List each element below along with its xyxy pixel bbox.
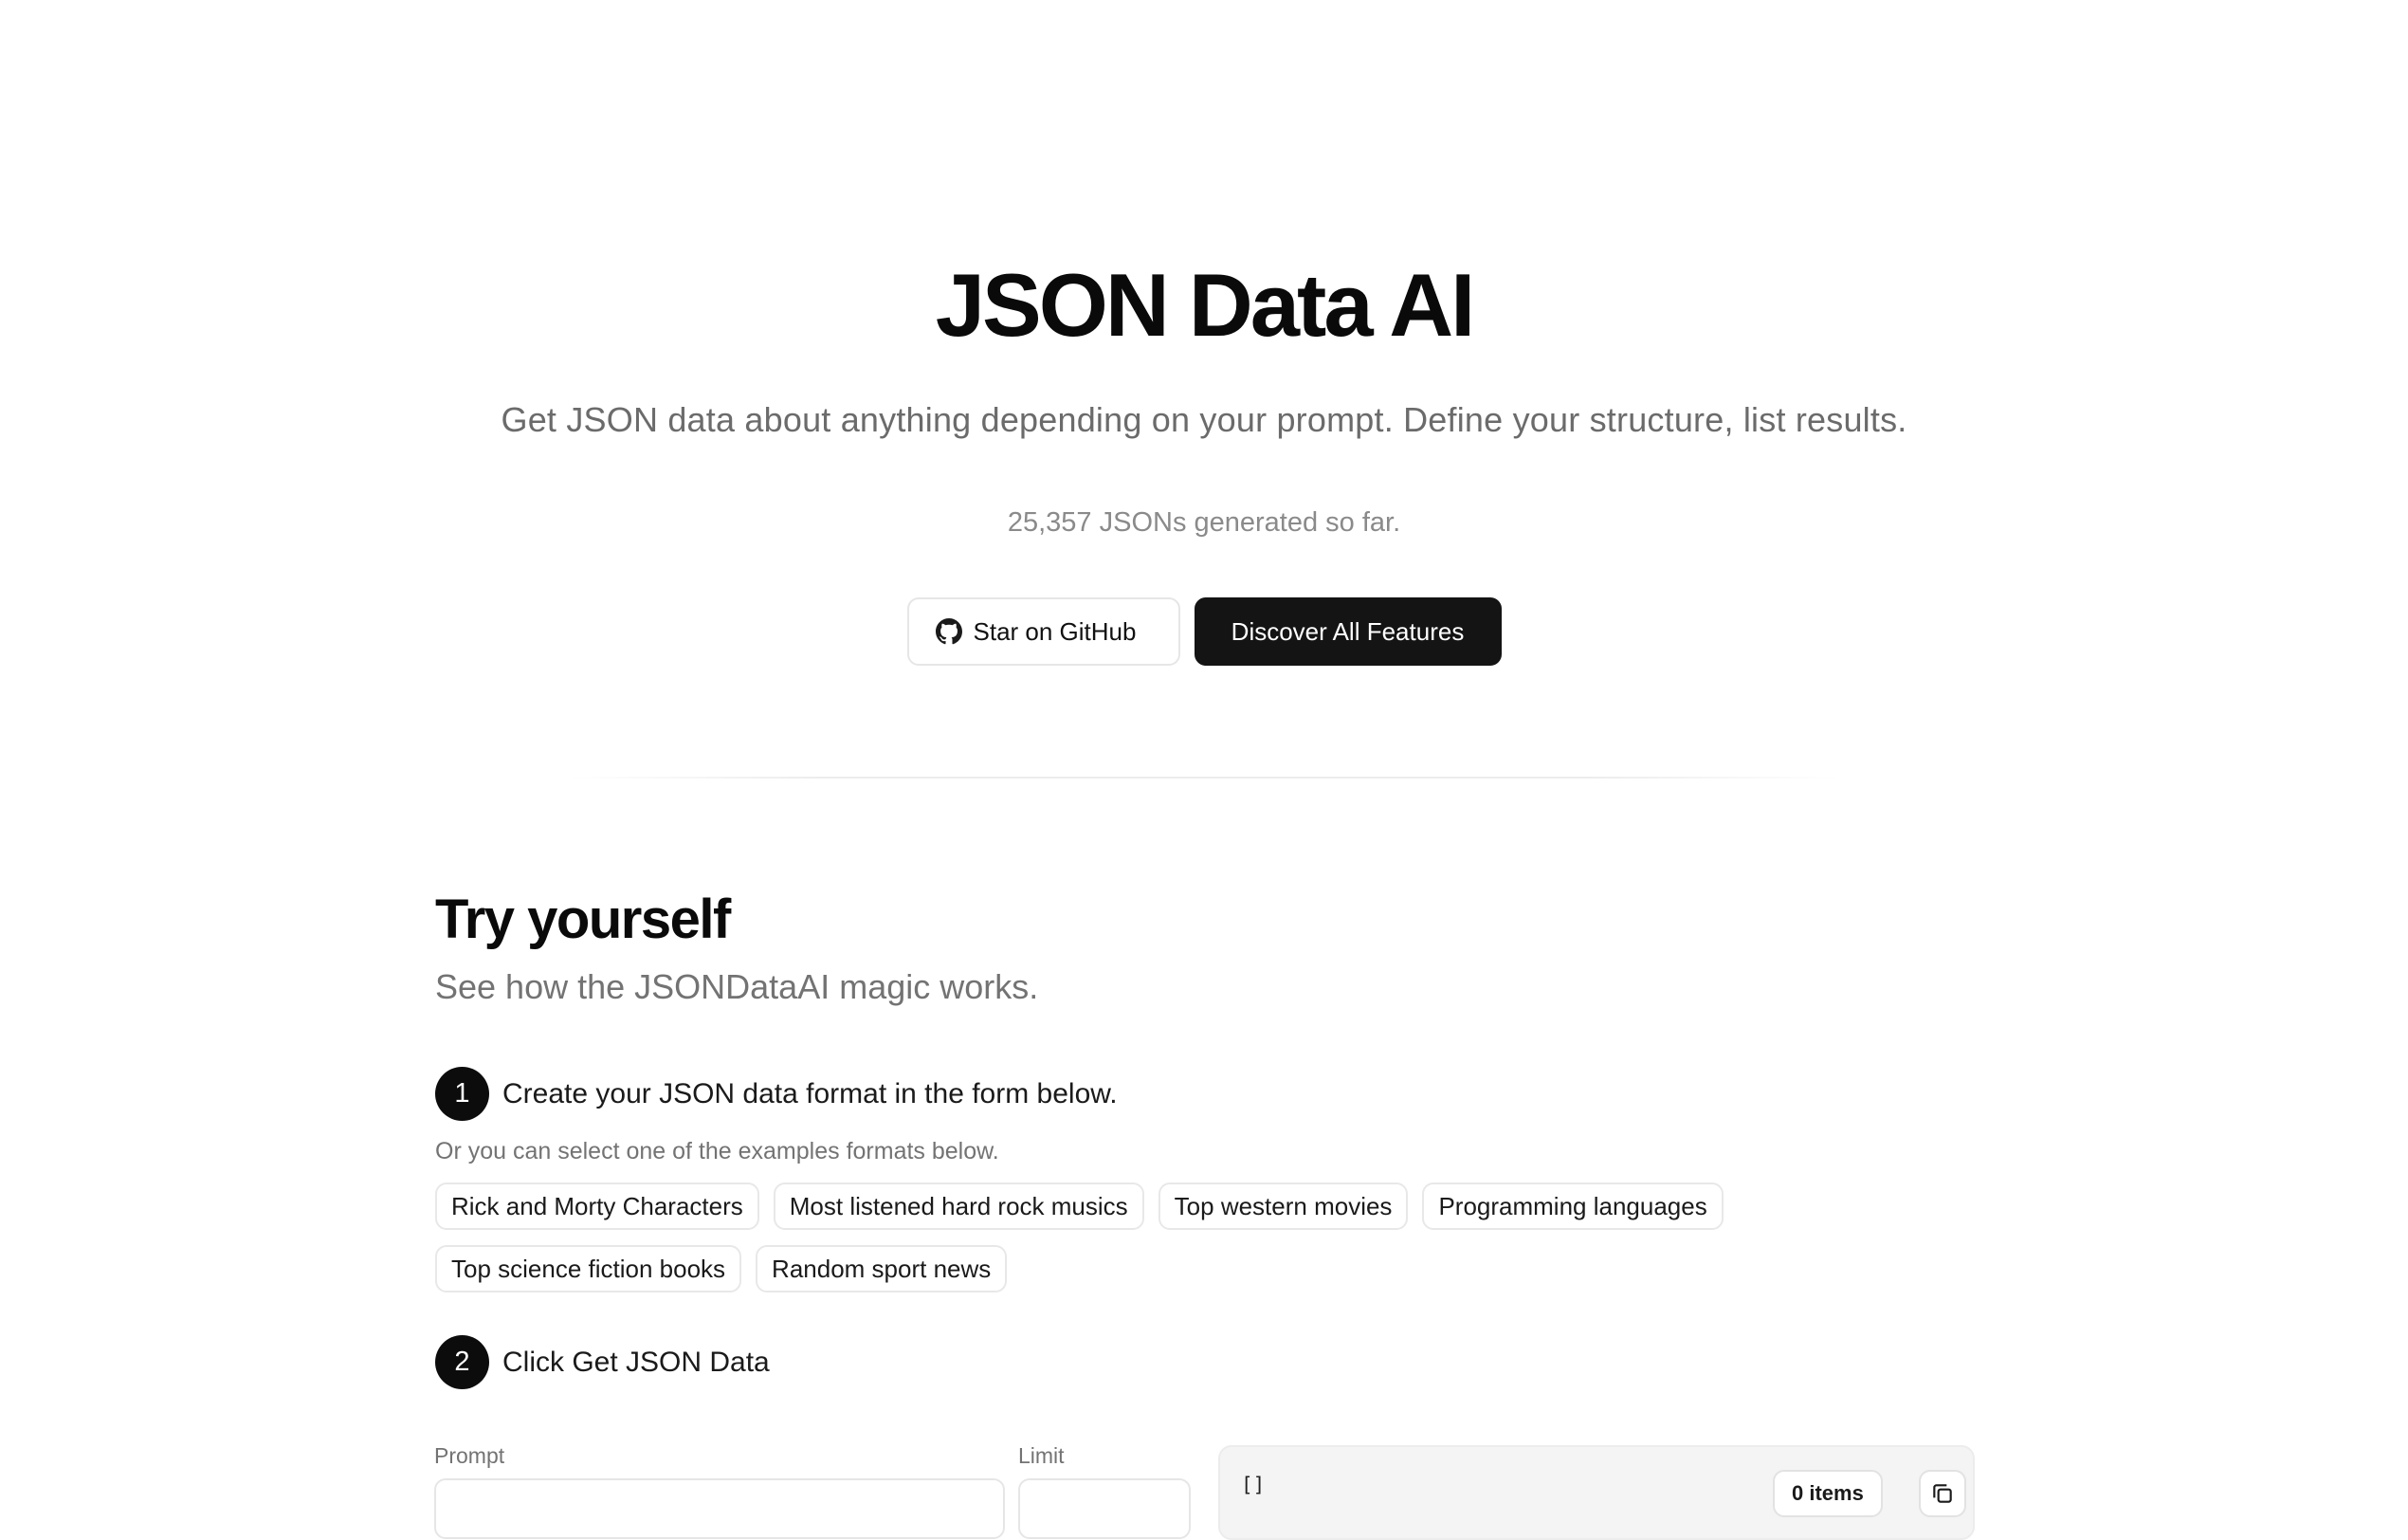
page-title: JSON Data AI <box>935 255 1475 355</box>
try-section-title: Try yourself <box>435 889 731 950</box>
try-section-subtitle: See how the JSONDataAI magic works. <box>435 967 1039 1006</box>
hero-actions: Star on GitHub Discover All Features <box>0 597 2408 666</box>
discover-features-button[interactable]: Discover All Features <box>1194 597 1502 666</box>
step-2: 2 Click Get JSON Data <box>435 1335 770 1389</box>
limit-input[interactable] <box>1018 1478 1191 1539</box>
star-on-github-button[interactable]: Star on GitHub <box>906 597 1180 666</box>
star-on-github-label: Star on GitHub <box>973 616 1137 646</box>
step-2-text: Click Get JSON Data <box>502 1346 770 1378</box>
step-1: 1 Create your JSON data format in the fo… <box>435 1067 1118 1121</box>
generated-counter: 25,357 JSONs generated so far. <box>1007 507 1401 538</box>
example-chip[interactable]: Random sport news <box>756 1245 1008 1292</box>
prompt-input[interactable] <box>434 1478 1005 1539</box>
example-chip[interactable]: Most listened hard rock musics <box>773 1182 1144 1230</box>
examples-hint: Or you can select one of the examples fo… <box>435 1138 999 1164</box>
example-chip[interactable]: Top western movies <box>1158 1182 1409 1230</box>
limit-label: Limit <box>1018 1443 1065 1468</box>
discover-features-label: Discover All Features <box>1231 616 1465 646</box>
step-1-text: Create your JSON data format in the form… <box>502 1077 1118 1109</box>
step-2-badge: 2 <box>435 1335 489 1389</box>
prompt-label: Prompt <box>434 1443 505 1468</box>
items-count-badge: 0 items <box>1773 1470 1883 1517</box>
copy-icon <box>1933 1484 1952 1503</box>
json-output-panel: [] 0 items <box>1218 1445 1975 1540</box>
example-chip[interactable]: Rick and Morty Characters <box>435 1182 759 1230</box>
copy-button[interactable] <box>1919 1470 1966 1517</box>
section-divider <box>569 777 1839 779</box>
hero-subtitle: Get JSON data about anything depending o… <box>501 400 1907 439</box>
step-1-badge: 1 <box>435 1067 489 1121</box>
example-chip[interactable]: Top science fiction books <box>435 1245 742 1292</box>
example-formats: Rick and Morty Characters Most listened … <box>435 1182 1914 1292</box>
example-chip[interactable]: Programming languages <box>1422 1182 1724 1230</box>
github-icon <box>935 618 962 645</box>
json-output-code: [] <box>1241 1474 1266 1496</box>
